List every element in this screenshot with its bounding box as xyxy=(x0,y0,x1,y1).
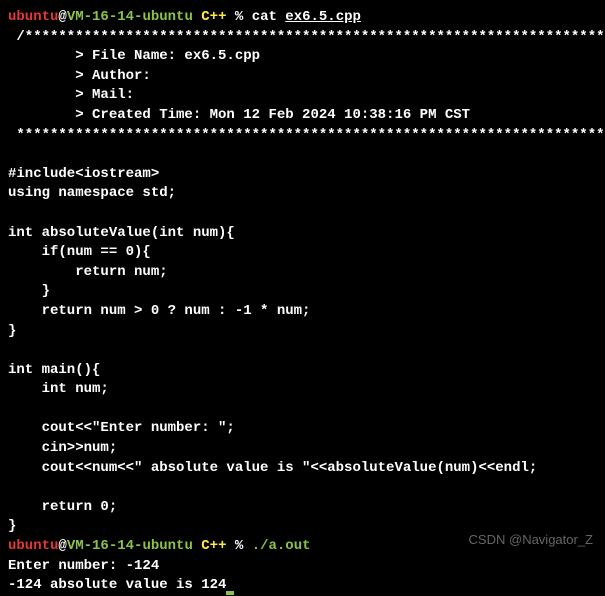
prompt-line-1: ubuntu@VM-16-14-ubuntu C++ % cat ex6.5.c… xyxy=(8,8,597,28)
cmd-arg-file: ex6.5.cpp xyxy=(285,9,361,25)
cmd-cat: cat xyxy=(252,9,286,25)
comment-border-top: /***************************************… xyxy=(8,28,597,48)
blank-line xyxy=(8,478,597,498)
prompt-sep: % xyxy=(235,9,252,25)
code-line: cin>>num; xyxy=(8,439,597,459)
file-name-line: > File Name: ex6.5.cpp xyxy=(8,47,597,67)
mail-line: > Mail: xyxy=(8,86,597,106)
prompt-host: VM-16-14-ubuntu xyxy=(67,538,193,554)
code-line: cout<<num<<" absolute value is "<<absolu… xyxy=(8,459,597,479)
code-line: cout<<"Enter number: "; xyxy=(8,419,597,439)
code-line: if(num == 0){ xyxy=(8,243,597,263)
code-line: return num; xyxy=(8,263,597,283)
code-line: } xyxy=(8,322,597,342)
code-line: using namespace std; xyxy=(8,184,597,204)
blank-line xyxy=(8,145,597,165)
prompt-sep: % xyxy=(235,538,252,554)
code-line: return 0; xyxy=(8,498,597,518)
terminal-cursor xyxy=(226,591,234,595)
cmd-run: ./a.out xyxy=(252,538,311,554)
author-line: > Author: xyxy=(8,67,597,87)
watermark-text: CSDN @Navigator_Z xyxy=(469,531,593,549)
output-text: -124 absolute value is 124 xyxy=(8,577,226,593)
blank-line xyxy=(8,204,597,224)
blank-line xyxy=(8,400,597,420)
prompt-dir: C++ xyxy=(193,9,235,25)
prompt-host: VM-16-14-ubuntu xyxy=(67,9,193,25)
prompt-at: @ xyxy=(58,9,66,25)
code-line: int num; xyxy=(8,380,597,400)
code-line: #include<iostream> xyxy=(8,165,597,185)
code-line: return num > 0 ? num : -1 * num; xyxy=(8,302,597,322)
output-line: Enter number: -124 xyxy=(8,557,597,577)
prompt-dir: C++ xyxy=(193,538,235,554)
code-line: int main(){ xyxy=(8,361,597,381)
code-line: } xyxy=(8,282,597,302)
code-line: int absoluteValue(int num){ xyxy=(8,224,597,244)
prompt-user: ubuntu xyxy=(8,538,58,554)
comment-border-bottom: ****************************************… xyxy=(8,126,597,146)
blank-line xyxy=(8,341,597,361)
output-line: -124 absolute value is 124 xyxy=(8,576,597,596)
prompt-user: ubuntu xyxy=(8,9,58,25)
created-time-line: > Created Time: Mon 12 Feb 2024 10:38:16… xyxy=(8,106,597,126)
prompt-at: @ xyxy=(58,538,66,554)
